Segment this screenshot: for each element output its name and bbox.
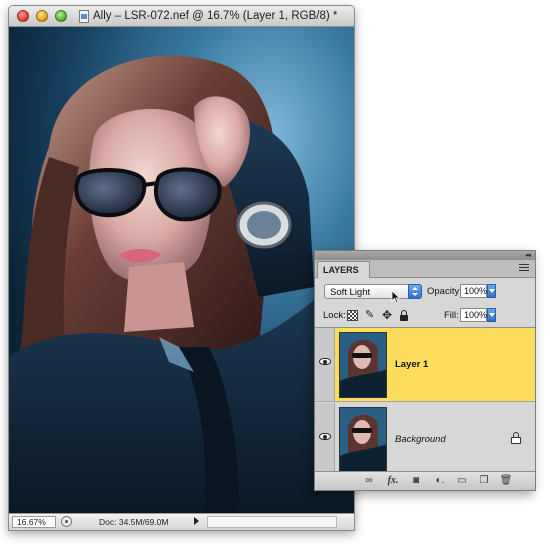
panel-drag-bar[interactable]: ◂◂ (315, 251, 535, 260)
lock-label: Lock: (323, 310, 346, 321)
link-layers-icon[interactable]: ∞ (361, 475, 377, 487)
document-window: Ally – LSR-072.nef @ 16.7% (Layer 1, RGB… (8, 5, 355, 531)
layer-name: Background (395, 434, 446, 445)
visibility-eye-icon[interactable] (319, 433, 331, 440)
panel-footer: ∞ fx. ◙ ◐. ▭ ❐ 🗑 (315, 471, 535, 490)
layers-panel: ◂◂ LAYERS Soft Light Opacity: 100% Lock:… (314, 250, 536, 491)
zoom-window-button[interactable] (55, 10, 67, 22)
photo-woman-sunglasses (9, 27, 354, 514)
layer-name: Layer 1 (395, 359, 429, 370)
new-layer-icon[interactable]: ❐ (477, 475, 491, 487)
opacity-label: Opacity: (427, 286, 462, 297)
layer-row-background[interactable]: Background (315, 403, 535, 477)
panel-menu-icon[interactable] (519, 264, 529, 273)
collapse-panel-icon[interactable]: ◂◂ (525, 251, 531, 259)
adjustment-layer-icon[interactable]: ◐. (433, 475, 447, 487)
layer-thumbnail (339, 407, 387, 473)
fill-dropdown-icon[interactable] (487, 308, 496, 322)
lock-image-pixels-icon[interactable]: ✎ (365, 310, 376, 321)
visibility-eye-icon[interactable] (319, 358, 331, 365)
new-group-icon[interactable]: ▭ (455, 475, 469, 487)
blend-mode-value: Soft Light (330, 287, 371, 298)
zoom-level-field[interactable]: 16.67% (12, 516, 56, 528)
title-bar[interactable]: Ally – LSR-072.nef @ 16.7% (Layer 1, RGB… (9, 6, 354, 27)
document-info-icon[interactable] (61, 516, 72, 527)
minimize-window-button[interactable] (36, 10, 48, 22)
status-menu-arrow-icon[interactable] (194, 517, 199, 525)
document-size: Doc: 34.5M/69.0M (99, 517, 169, 527)
horizontal-scrollbar[interactable] (207, 516, 337, 528)
layer-row-layer-1[interactable]: Layer 1 (315, 328, 535, 402)
panel-tab-row: LAYERS (315, 260, 535, 278)
tab-layers[interactable]: LAYERS (317, 261, 370, 278)
add-mask-icon[interactable]: ◙ (409, 475, 423, 487)
fill-label: Fill: (444, 310, 459, 321)
opacity-dropdown-icon[interactable] (487, 284, 496, 298)
image-canvas[interactable] (9, 27, 354, 514)
close-window-button[interactable] (17, 10, 29, 22)
lock-all-icon[interactable] (399, 310, 410, 321)
opacity-field[interactable]: 100% (460, 284, 487, 298)
fx-icon[interactable]: fx. (385, 475, 401, 487)
layers-list: Layer 1 Background (315, 327, 535, 477)
document-title: Ally – LSR-072.nef @ 16.7% (Layer 1, RGB… (93, 10, 338, 22)
lock-position-icon[interactable]: ✥ (382, 309, 393, 321)
visibility-column (315, 403, 335, 476)
visibility-column (315, 328, 335, 401)
layer-lock-icon (511, 432, 521, 444)
blend-mode-select[interactable]: Soft Light (324, 284, 422, 299)
trash-icon[interactable]: 🗑 (499, 475, 513, 487)
lock-transparent-pixels-icon[interactable] (347, 310, 358, 321)
status-bar: 16.67% Doc: 34.5M/69.0M (9, 513, 354, 530)
select-arrows-icon (408, 284, 422, 299)
layer-thumbnail (339, 332, 387, 398)
document-icon (79, 10, 89, 23)
fill-field[interactable]: 100% (460, 308, 487, 322)
mouse-cursor-icon (391, 290, 401, 304)
